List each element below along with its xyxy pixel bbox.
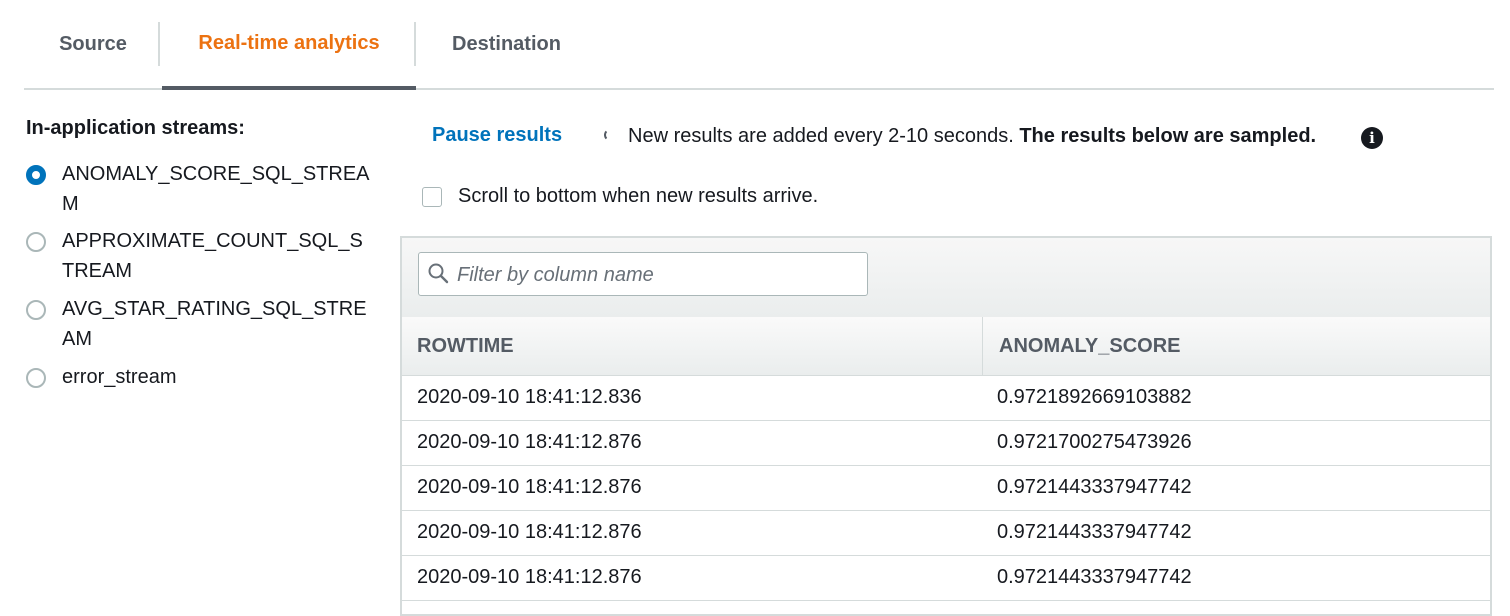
table-row: 2020-09-10 18:41:12.836 0.97218926691038…: [402, 376, 1490, 421]
results-table-panel: ROWTIME ANOMALY_SCORE 2020-09-10 18:41:1…: [400, 236, 1492, 616]
cell-anomaly-score: 0.9721443337947742: [997, 566, 1192, 588]
radio-button[interactable]: [26, 368, 46, 388]
cell-anomaly-score: 0.9721443337947742: [997, 521, 1192, 543]
tab-bar: Source Real-time analytics Destination: [24, 0, 1494, 90]
stream-label: ANOMALY_SCORE_SQL_STREAM: [62, 163, 370, 215]
stream-option-error-stream[interactable]: error_stream: [26, 365, 376, 392]
scroll-to-bottom-label: Scroll to bottom when new results arrive…: [458, 185, 819, 207]
stream-label: AVG_STAR_RATING_SQL_STREAM: [62, 298, 367, 350]
tab-real-time-analytics[interactable]: Real-time analytics: [162, 0, 416, 90]
cell-rowtime: 2020-09-10 18:41:12.836: [417, 386, 642, 408]
cell-anomaly-score: 0.9721700275473926: [997, 431, 1192, 453]
cell-rowtime: 2020-09-10 18:41:12.876: [417, 521, 642, 543]
results-interval-text: New results are added every 2-10 seconds…: [628, 125, 1014, 147]
cell-rowtime: 2020-09-10 18:41:12.876: [417, 431, 642, 453]
scroll-to-bottom-checkbox[interactable]: [422, 187, 442, 207]
cell-anomaly-score: 0.9721443337947742: [997, 476, 1192, 498]
tab-divider: [158, 22, 160, 66]
search-icon: [428, 263, 449, 284]
tab-destination[interactable]: Destination: [419, 0, 594, 88]
filter-input[interactable]: [455, 253, 859, 297]
results-info-text: New results are added every 2-10 seconds…: [628, 125, 1316, 148]
radio-button-selected[interactable]: [26, 165, 46, 185]
cell-anomaly-score: 0.9721892669103882: [997, 386, 1192, 408]
tab-source[interactable]: Source: [34, 0, 152, 88]
table-row: 2020-09-10 18:41:12.876 0.97214433379477…: [402, 466, 1490, 511]
radio-button[interactable]: [26, 300, 46, 320]
table-header: ROWTIME ANOMALY_SCORE: [402, 317, 1490, 376]
column-header-rowtime[interactable]: ROWTIME: [402, 317, 983, 375]
pause-results-link[interactable]: Pause results: [432, 124, 562, 147]
stream-label: APPROXIMATE_COUNT_SQL_STREAM: [62, 230, 363, 282]
table-row: 2020-09-10 18:41:12.876 0.97214433379477…: [402, 556, 1490, 601]
cell-rowtime: 2020-09-10 18:41:12.876: [417, 476, 642, 498]
loading-spinner-icon: [604, 129, 616, 141]
table-row: 2020-09-10 18:41:12.876 0.97214433379477…: [402, 511, 1490, 556]
results-sampled-text: The results below are sampled.: [1019, 125, 1317, 147]
table-body: 2020-09-10 18:41:12.836 0.97218926691038…: [402, 376, 1490, 601]
stream-option-anomaly-score[interactable]: ANOMALY_SCORE_SQL_STREAM: [26, 162, 376, 219]
info-icon[interactable]: i: [1361, 127, 1383, 149]
table-row: 2020-09-10 18:41:12.876 0.97217002754739…: [402, 421, 1490, 466]
streams-heading: In-application streams:: [26, 117, 245, 139]
filter-bar: [402, 238, 1490, 318]
cell-rowtime: 2020-09-10 18:41:12.876: [417, 566, 642, 588]
tab-divider: [414, 22, 416, 66]
stream-option-approximate-count[interactable]: APPROXIMATE_COUNT_SQL_STREAM: [26, 229, 376, 286]
filter-field[interactable]: [418, 252, 868, 297]
radio-button[interactable]: [26, 232, 46, 252]
stream-label: error_stream: [62, 366, 177, 388]
stream-option-avg-star-rating[interactable]: AVG_STAR_RATING_SQL_STREAM: [26, 297, 376, 354]
column-header-anomaly-score[interactable]: ANOMALY_SCORE: [983, 317, 1490, 375]
